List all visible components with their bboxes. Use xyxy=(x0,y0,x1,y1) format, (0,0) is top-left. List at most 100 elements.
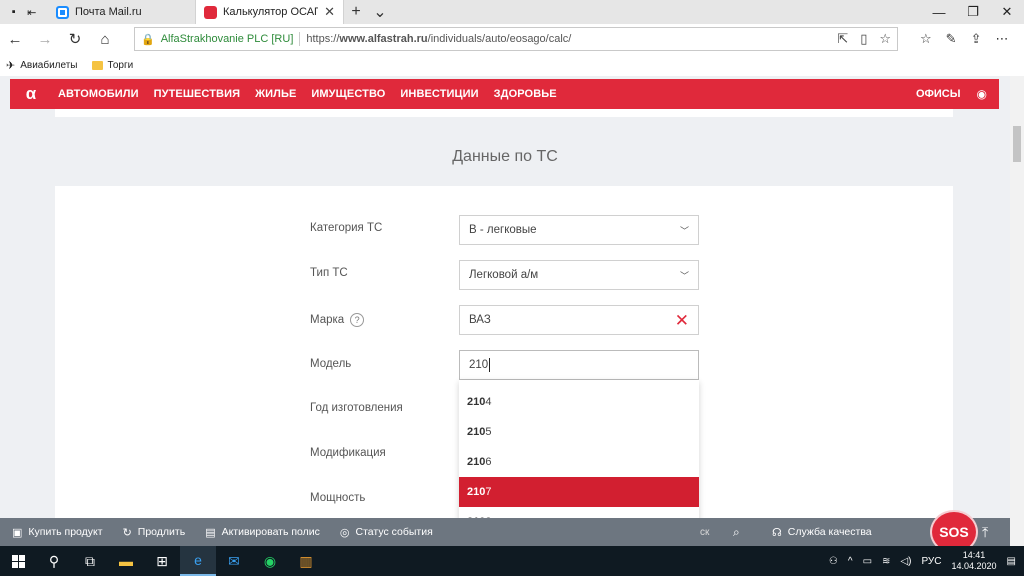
chevron-down-icon: ﹀ xyxy=(679,270,689,281)
model-label: Модель xyxy=(310,358,351,370)
tab-preview-chevron-icon[interactable]: ⌄ xyxy=(368,0,392,24)
option-match: 210 xyxy=(467,456,486,468)
translate-icon[interactable]: ⇱ xyxy=(837,31,848,47)
option-rest: 5 xyxy=(485,426,492,438)
share-icon[interactable]: ⇪ xyxy=(971,31,982,47)
task-view-icon[interactable]: ⧉ xyxy=(72,546,108,576)
model-option[interactable]: 210 6 xyxy=(459,447,699,477)
label-text: Мощность xyxy=(310,492,366,504)
tab-title: Почта Mail.ru xyxy=(75,6,142,18)
more-menu-icon[interactable]: ⋯ xyxy=(995,31,1008,47)
window-controls: — ❐ ✕ xyxy=(922,0,1024,24)
tab-actions: ▪ ⇤ xyxy=(0,0,48,24)
whatsapp-icon[interactable]: ◉ xyxy=(252,546,288,576)
restore-button[interactable]: ❐ xyxy=(956,0,990,24)
model-option-highlighted[interactable]: 210 7 xyxy=(459,477,699,507)
show-tabs-icon[interactable]: ⇤ xyxy=(27,6,36,19)
search-icon[interactable]: ⚲ xyxy=(36,546,72,576)
new-tab-button[interactable]: + xyxy=(344,0,368,24)
windows-logo-icon xyxy=(11,554,25,568)
alfa-logo-icon[interactable]: α xyxy=(18,82,44,106)
address-bar[interactable]: 🔒 AlfaStrakhovanie PLC [RU] https://www.… xyxy=(134,27,898,51)
service-bar: ▣ Купить продукт ↻ Продлить ▤ Активировать … xyxy=(0,518,1010,546)
input-value: 210 xyxy=(469,359,489,371)
nav-health[interactable]: ЗДОРОВЬЕ xyxy=(494,88,557,100)
clock-time: 14:41 xyxy=(962,550,986,560)
favorites-hub-icon[interactable]: ☆ xyxy=(920,31,932,47)
nav-travel[interactable]: ПУТЕШЕСТВИЯ xyxy=(154,88,240,100)
clear-icon[interactable]: ✕ xyxy=(675,312,689,329)
section-title: Данные по ТС xyxy=(452,148,558,165)
option-match: 210 xyxy=(467,486,486,498)
document-app-icon[interactable]: ▥ xyxy=(288,546,324,576)
url-text[interactable]: https://www.alfastrah.ru/individuals/aut… xyxy=(306,33,831,45)
chevron-down-icon: ﹀ xyxy=(679,225,689,236)
search-field-partial[interactable]: ск xyxy=(700,527,709,538)
search-icon[interactable]: ⌕ xyxy=(733,525,740,540)
nav-investments[interactable]: ИНВЕСТИЦИИ xyxy=(400,88,478,100)
store-icon[interactable]: ⊞ xyxy=(144,546,180,576)
label-text: Тип ТС xyxy=(310,267,348,279)
back-button[interactable]: ← xyxy=(0,31,30,48)
close-tab-icon[interactable]: ✕ xyxy=(324,4,335,20)
close-window-button[interactable]: ✕ xyxy=(990,0,1024,24)
input-language[interactable]: РУС xyxy=(921,556,941,567)
nav-property[interactable]: ИМУЩЕСТВО xyxy=(311,88,385,100)
year-label: Год изготовления xyxy=(310,402,403,414)
volume-icon[interactable]: ◁) xyxy=(900,556,911,567)
model-option[interactable]: 210 5 xyxy=(459,417,699,447)
site-navigation: α АВТОМОБИЛИ ПУТЕШЕСТВИЯ ЖИЛЬЕ ИМУЩЕСТВО… xyxy=(10,79,999,109)
handshake-icon: ☊ xyxy=(772,526,782,539)
browser-tab-strip: ▪ ⇤ Почта Mail.ru Калькулятор ОСАГО 20 ✕… xyxy=(0,0,1024,24)
wifi-icon[interactable]: ≋ xyxy=(882,556,890,567)
forward-button[interactable]: → xyxy=(30,31,60,48)
text-caret xyxy=(489,358,491,372)
certificate-label[interactable]: AlfaStrakhovanie PLC [RU] xyxy=(161,33,294,45)
nav-cars[interactable]: АВТОМОБИЛИ xyxy=(58,88,139,100)
nav-housing[interactable]: ЖИЛЬЕ xyxy=(255,88,296,100)
people-icon[interactable]: ⚇ xyxy=(829,556,838,567)
accessibility-eye-icon[interactable]: ◉ xyxy=(977,87,987,101)
page-scrollbar[interactable] xyxy=(1010,76,1024,546)
favorite-tenders[interactable]: Торги xyxy=(91,60,133,71)
reading-view-icon[interactable]: ▯ xyxy=(860,31,867,47)
model-option[interactable]: 210 4 xyxy=(459,387,699,417)
show-hidden-icons-chevron-icon[interactable]: ^ xyxy=(848,556,853,567)
brand-label: Марка ? xyxy=(310,313,365,327)
activate-policy-button[interactable]: ▤ Активировать полис xyxy=(205,526,320,539)
scroll-to-top-icon[interactable]: ⤒ xyxy=(982,524,988,541)
refresh-button[interactable]: ↻ xyxy=(60,30,90,48)
type-select[interactable]: Легковой а/м ﹀ xyxy=(459,260,699,290)
brand-input[interactable]: ВАЗ ✕ xyxy=(459,305,699,335)
help-icon[interactable]: ? xyxy=(350,313,365,327)
home-button[interactable]: ⌂ xyxy=(90,31,120,48)
battery-icon[interactable]: ▭ xyxy=(863,556,872,567)
favorite-star-icon[interactable]: ☆ xyxy=(879,31,891,47)
favorites-bar: ✈ Авиабилеты Торги xyxy=(0,54,1024,76)
notifications-icon[interactable]: ▤ xyxy=(1007,556,1016,567)
clock[interactable]: 14:41 14.04.2020 xyxy=(952,550,997,572)
event-status-button[interactable]: ◎ Статус события xyxy=(340,526,433,539)
favorite-flights[interactable]: ✈ Авиабилеты xyxy=(6,59,78,72)
model-input[interactable]: 210 xyxy=(459,350,699,380)
nav-offices[interactable]: ОФИСЫ xyxy=(916,88,961,100)
label-text: Модель xyxy=(310,358,352,370)
start-button[interactable] xyxy=(0,546,36,576)
set-aside-tabs-icon[interactable]: ▪ xyxy=(12,6,16,18)
quality-service-button[interactable]: ☊ Служба качества xyxy=(772,526,872,539)
mail-app-icon[interactable]: ✉ xyxy=(216,546,252,576)
file-explorer-icon[interactable]: ▬ xyxy=(108,546,144,576)
clock-date: 14.04.2020 xyxy=(951,561,997,571)
tab-osago-calculator[interactable]: Калькулятор ОСАГО 20 ✕ xyxy=(196,0,344,24)
tab-mail[interactable]: Почта Mail.ru xyxy=(48,0,196,24)
airplane-icon: ✈ xyxy=(6,59,16,72)
renew-button[interactable]: ↻ Продлить xyxy=(123,526,186,539)
buy-product-button[interactable]: ▣ Купить продукт xyxy=(12,526,103,539)
category-select[interactable]: В - легковые ﹀ xyxy=(459,215,699,245)
notes-pen-icon[interactable]: ✎ xyxy=(946,31,957,47)
favorite-label: Авиабилеты xyxy=(20,59,78,71)
edge-browser-icon[interactable]: e xyxy=(180,546,216,576)
minimize-button[interactable]: — xyxy=(922,0,956,24)
lock-icon[interactable]: 🔒 xyxy=(141,33,155,46)
scrollbar-thumb[interactable] xyxy=(1013,126,1021,162)
